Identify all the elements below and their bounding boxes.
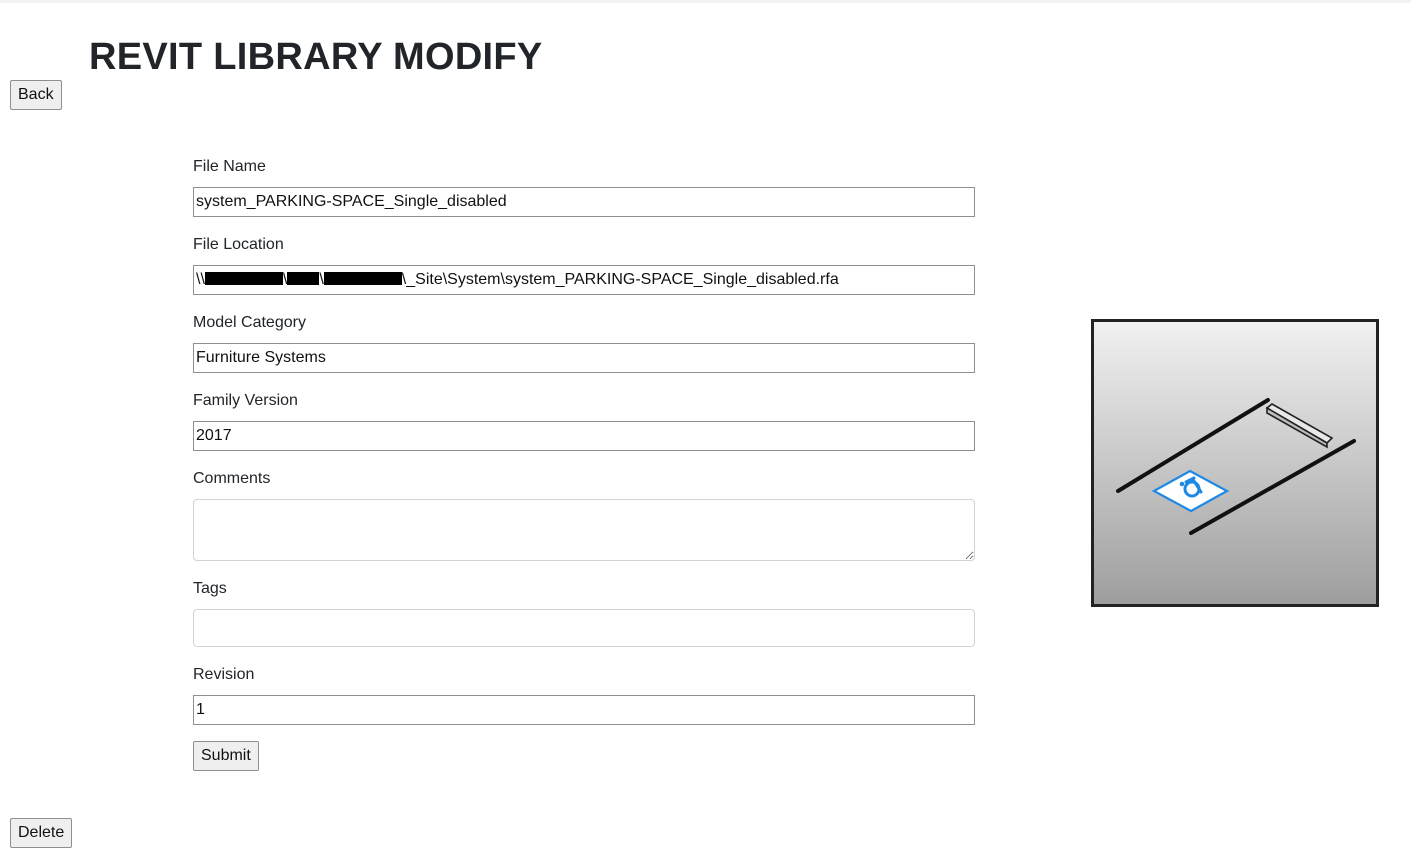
family-preview-image [1091,319,1379,607]
model-category-label: Model Category [193,314,306,331]
tags-input[interactable] [193,609,975,647]
parking-space-disabled-thumbnail [1116,398,1356,535]
page-title: REVIT LIBRARY MODIFY [89,36,543,78]
top-rule [0,0,1411,3]
file-location-prefix: \\ [196,271,205,288]
back-button[interactable]: Back [10,80,62,110]
redaction-bar [204,272,283,285]
comments-textarea[interactable] [193,499,975,561]
tags-label: Tags [193,580,227,597]
redaction-bar [287,272,320,285]
revision-label: Revision [193,666,255,683]
comments-label: Comments [193,470,271,487]
submit-button[interactable]: Submit [193,741,259,771]
family-version-label: Family Version [193,392,298,409]
delete-button[interactable]: Delete [10,818,73,848]
model-category-input[interactable] [193,343,975,373]
file-name-input[interactable] [193,187,975,217]
file-name-label: File Name [193,158,266,175]
file-location-suffix: \_Site\System\system_PARKING-SPACE_Singl… [401,271,839,288]
file-location-label: File Location [193,236,284,253]
file-location-input[interactable]: \\ \ \ \_Site\System\system_PARKING-SPACE_S… [193,265,975,295]
wheel-stop [1265,403,1334,449]
accessible-parking-icon [1151,469,1230,513]
revision-input[interactable] [193,695,975,725]
family-version-input[interactable] [193,421,975,451]
redaction-bar [323,272,402,285]
